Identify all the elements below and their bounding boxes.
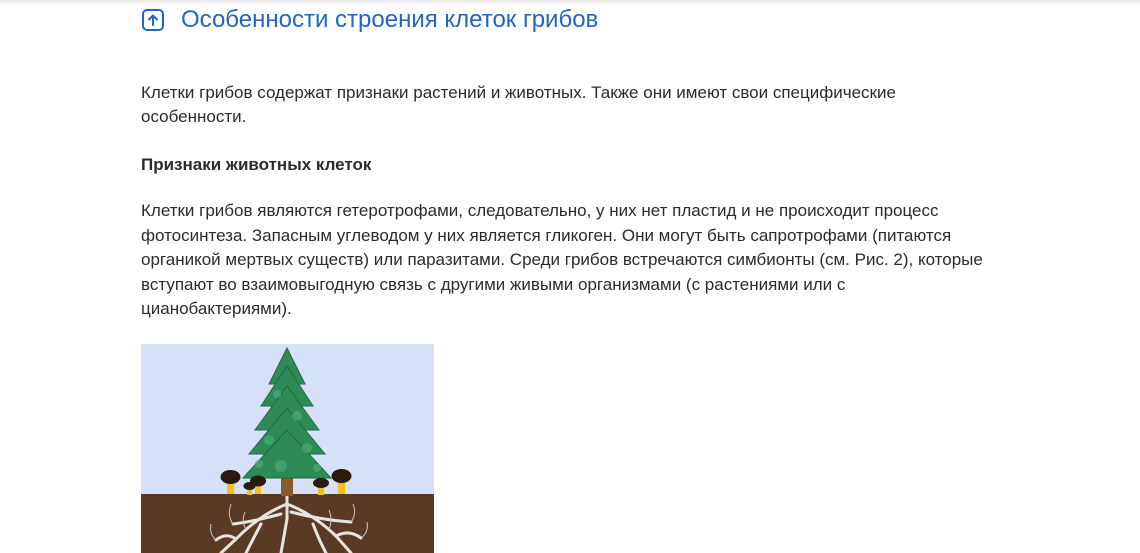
- tree-mushrooms-illustration: [141, 344, 434, 553]
- mycorrhiza-figure: [141, 344, 434, 553]
- animal-features-subheading: Признаки животных клеток: [141, 155, 372, 174]
- animal-features-paragraph: Клетки грибов являются гетеротрофами, сл…: [141, 201, 983, 318]
- section-title[interactable]: Особенности строения клеток грибов: [181, 4, 598, 36]
- arrow-up-square-icon[interactable]: [141, 8, 165, 32]
- intro-paragraph: Клетки грибов содержат признаки растений…: [141, 83, 896, 126]
- section-heading[interactable]: Особенности строения клеток грибов: [141, 4, 598, 36]
